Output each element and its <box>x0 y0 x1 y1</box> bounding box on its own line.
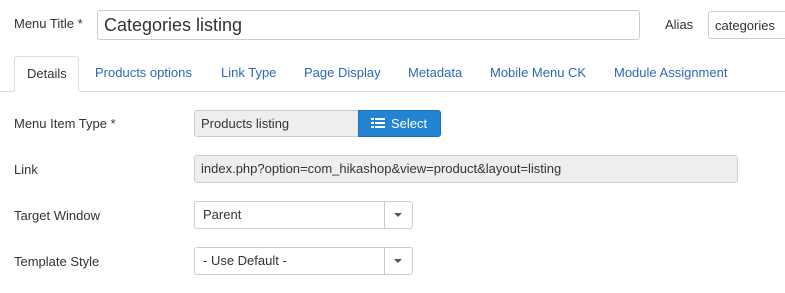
select-menu-item-type-button[interactable]: Select <box>358 110 441 137</box>
alias-label: Alias <box>665 17 694 32</box>
menu-item-type-label: Menu Item Type * <box>14 116 116 131</box>
template-style-label: Template Style <box>14 254 100 269</box>
target-window-label: Target Window <box>14 208 100 223</box>
link-field: index.php?option=com_hikashop&view=produ… <box>194 155 738 183</box>
template-style-value: - Use Default - <box>203 253 287 268</box>
tab-metadata[interactable]: Metadata <box>396 56 474 92</box>
target-window-select[interactable]: Parent <box>194 201 413 229</box>
target-window-value: Parent <box>203 207 242 222</box>
chevron-down-icon <box>394 259 402 263</box>
target-window-dropdown-toggle[interactable] <box>384 202 412 228</box>
menu-title-input[interactable] <box>97 10 640 40</box>
tab-products-options[interactable]: Products options <box>83 56 204 92</box>
chevron-down-icon <box>394 213 402 217</box>
select-button-label: Select <box>391 116 428 131</box>
menu-title-label: Menu Title * <box>14 16 83 31</box>
tab-page-display[interactable]: Page Display <box>292 56 393 92</box>
tab-link-type[interactable]: Link Type <box>209 56 288 92</box>
link-label: Link <box>14 162 38 177</box>
alias-input[interactable] <box>708 11 785 39</box>
menu-item-type-field: Products listing <box>194 110 359 137</box>
tab-module-assignment[interactable]: Module Assignment <box>602 56 739 92</box>
list-icon <box>371 118 385 129</box>
template-style-select[interactable]: - Use Default - <box>194 247 413 275</box>
tab-mobile-menu-ck[interactable]: Mobile Menu CK <box>478 56 598 92</box>
tab-details[interactable]: Details <box>14 56 79 92</box>
template-style-dropdown-toggle[interactable] <box>384 248 412 274</box>
